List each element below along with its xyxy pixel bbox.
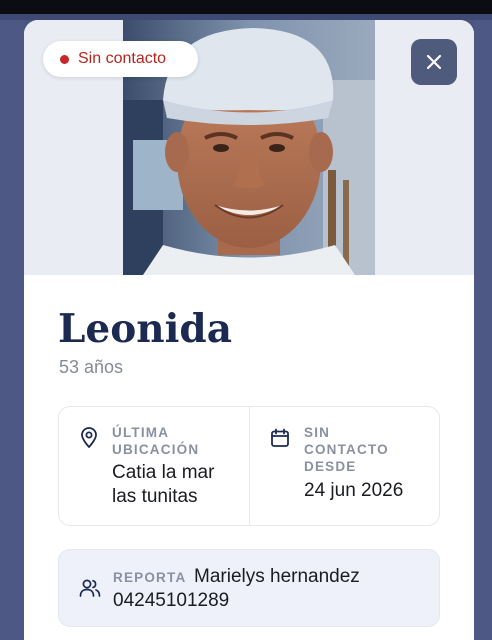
missing-since-value: 24 jun 2026 <box>304 480 404 501</box>
person-name: Leonida <box>58 306 232 352</box>
reporter-label: REPORTA <box>113 570 187 585</box>
top-status-bar <box>0 0 492 14</box>
users-icon <box>79 579 101 597</box>
status-dot <box>60 54 69 64</box>
map-pin-icon <box>81 427 97 448</box>
backdrop-left <box>0 20 24 640</box>
reporter-phone[interactable]: 04245101289 <box>113 590 229 612</box>
backdrop-right <box>474 20 492 640</box>
reporter-panel: REPORTA Marielys hernandez 04245101289 <box>58 549 440 627</box>
last-location-value: Catia la mar las tunitas <box>112 462 215 507</box>
person-age: 53 años <box>59 357 124 377</box>
last-location-label: ÚLTIMA UBICACIÓN <box>112 425 200 457</box>
close-icon <box>426 54 442 70</box>
missing-since-label: SIN CONTACTO DESDE <box>304 425 389 474</box>
status-badge: Sin contacto <box>43 41 198 77</box>
close-button[interactable] <box>411 39 457 85</box>
calendar-icon <box>271 428 289 447</box>
photo-header: Sin contacto <box>24 20 474 275</box>
person-detail-card: Sin contacto Leonida 53 años ÚLTIMA UBIC… <box>24 20 474 640</box>
status-text: Sin contacto <box>78 50 167 67</box>
reporter-name: Marielys hernandez <box>194 566 360 587</box>
info-divider <box>249 407 250 525</box>
info-panel: ÚLTIMA UBICACIÓN Catia la mar las tunita… <box>58 406 440 526</box>
